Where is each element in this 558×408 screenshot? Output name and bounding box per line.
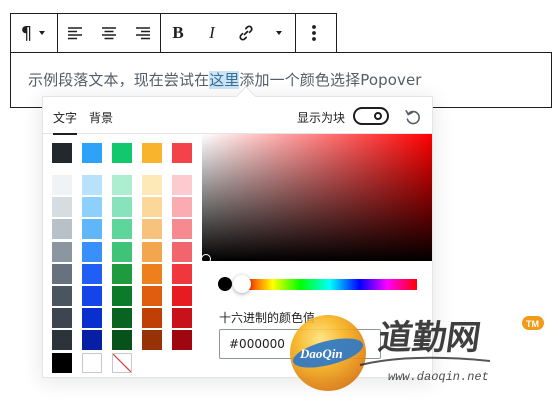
color-swatch[interactable] [112, 143, 132, 163]
more-options-button[interactable] [296, 14, 332, 52]
color-swatch[interactable] [172, 219, 192, 240]
color-swatch[interactable] [52, 143, 72, 163]
more-group [295, 14, 332, 52]
display-as-block-toggle[interactable] [353, 107, 389, 125]
color-swatch[interactable] [82, 330, 102, 351]
color-swatch[interactable] [112, 330, 132, 351]
black-gradient [202, 134, 432, 261]
popover-tabs: 文字 背景 显示为块 [43, 97, 432, 135]
caret-down-icon [276, 31, 282, 35]
color-swatch[interactable] [142, 330, 162, 351]
color-swatch[interactable] [172, 197, 192, 218]
toggle-knob [374, 112, 382, 120]
color-swatch[interactable] [82, 241, 102, 262]
watermark-badge: DaoQin [299, 346, 343, 361]
no-color-swatch[interactable] [112, 352, 132, 373]
align-left-button[interactable] [58, 14, 92, 52]
color-swatch[interactable] [82, 308, 102, 329]
selected-text: 这里 [209, 71, 240, 89]
color-swatch[interactable] [52, 175, 72, 195]
undo-icon [405, 110, 420, 125]
paragraph-text-after: 添加一个颜色选择Popover [239, 71, 422, 89]
color-swatch[interactable] [82, 143, 102, 163]
color-swatch[interactable] [82, 352, 102, 373]
color-swatch[interactable] [142, 197, 162, 218]
no-color-slash-icon [112, 353, 132, 373]
align-right-icon [136, 27, 150, 40]
color-swatch[interactable] [52, 197, 72, 218]
color-swatch[interactable] [172, 263, 192, 284]
paragraph-text-before: 示例段落文本，现在尝试在 [28, 71, 210, 89]
color-swatch[interactable] [142, 219, 162, 240]
paragraph-block-button[interactable]: ¶ [11, 14, 57, 52]
color-swatch[interactable] [52, 352, 72, 373]
color-swatch[interactable] [142, 286, 162, 306]
tab-background-color[interactable]: 背景 [89, 109, 113, 126]
hue-slider[interactable] [243, 279, 417, 290]
tab-text-color[interactable]: 文字 [53, 109, 78, 135]
color-swatch[interactable] [112, 219, 132, 240]
reset-color-button[interactable] [403, 107, 423, 127]
paragraph-text[interactable]: 示例段落文本，现在尝试在这里添加一个颜色选择Popover [28, 69, 422, 90]
daoqin-watermark-logo: DaoQin 道勤网 TM www.daoqin.net [290, 315, 544, 391]
format-group: B I [160, 14, 295, 52]
color-swatch[interactable] [52, 263, 72, 284]
color-swatch[interactable] [172, 175, 192, 195]
color-swatch[interactable] [172, 286, 192, 306]
alignment-group [57, 14, 160, 52]
color-swatch[interactable] [112, 308, 132, 329]
color-swatch[interactable] [112, 263, 132, 284]
color-swatch[interactable] [112, 286, 132, 306]
align-center-icon [102, 27, 116, 40]
hue-slider-thumb[interactable] [233, 275, 251, 293]
color-swatch[interactable] [52, 241, 72, 262]
color-swatch[interactable] [52, 330, 72, 351]
color-swatch[interactable] [82, 263, 102, 284]
color-swatch[interactable] [82, 219, 102, 240]
saturation-value-picker[interactable] [202, 134, 432, 261]
watermark-url: www.daoqin.net [388, 370, 489, 384]
color-swatch[interactable] [112, 241, 132, 262]
color-swatch[interactable] [142, 143, 162, 163]
watermark-tm: TM [526, 319, 539, 329]
display-as-block-label: 显示为块 [297, 111, 346, 125]
align-right-button[interactable] [126, 14, 160, 52]
color-swatch[interactable] [172, 143, 192, 163]
color-swatch[interactable] [52, 219, 72, 240]
align-center-button[interactable] [92, 14, 126, 52]
color-swatch[interactable] [142, 308, 162, 329]
watermark-brand: 道勤网 [376, 318, 484, 358]
paragraph-icon: ¶ [20, 22, 33, 44]
italic-button[interactable]: I [195, 14, 229, 52]
color-swatch[interactable] [82, 175, 102, 195]
color-swatch[interactable] [82, 197, 102, 218]
block-toolbar: ¶ B I [10, 13, 337, 53]
more-vertical-icon [312, 25, 316, 41]
block-type-group: ¶ [11, 14, 57, 52]
align-left-icon [68, 27, 82, 40]
color-swatch[interactable] [142, 263, 162, 284]
color-swatch[interactable] [82, 286, 102, 306]
color-swatch[interactable] [142, 175, 162, 195]
link-icon [239, 25, 253, 41]
color-swatch[interactable] [172, 308, 192, 329]
color-swatch[interactable] [52, 308, 72, 329]
color-swatch[interactable] [142, 241, 162, 262]
color-swatch[interactable] [52, 286, 72, 306]
color-swatch[interactable] [112, 197, 132, 218]
color-swatch[interactable] [112, 175, 132, 195]
caret-down-icon [39, 31, 46, 35]
more-formats-button[interactable] [263, 14, 295, 52]
color-swatch[interactable] [172, 330, 192, 351]
bold-button[interactable]: B [161, 14, 195, 52]
saturation-pointer[interactable] [201, 254, 211, 264]
current-color-preview [218, 277, 232, 291]
color-swatch[interactable] [172, 241, 192, 262]
link-button[interactable] [229, 14, 263, 52]
